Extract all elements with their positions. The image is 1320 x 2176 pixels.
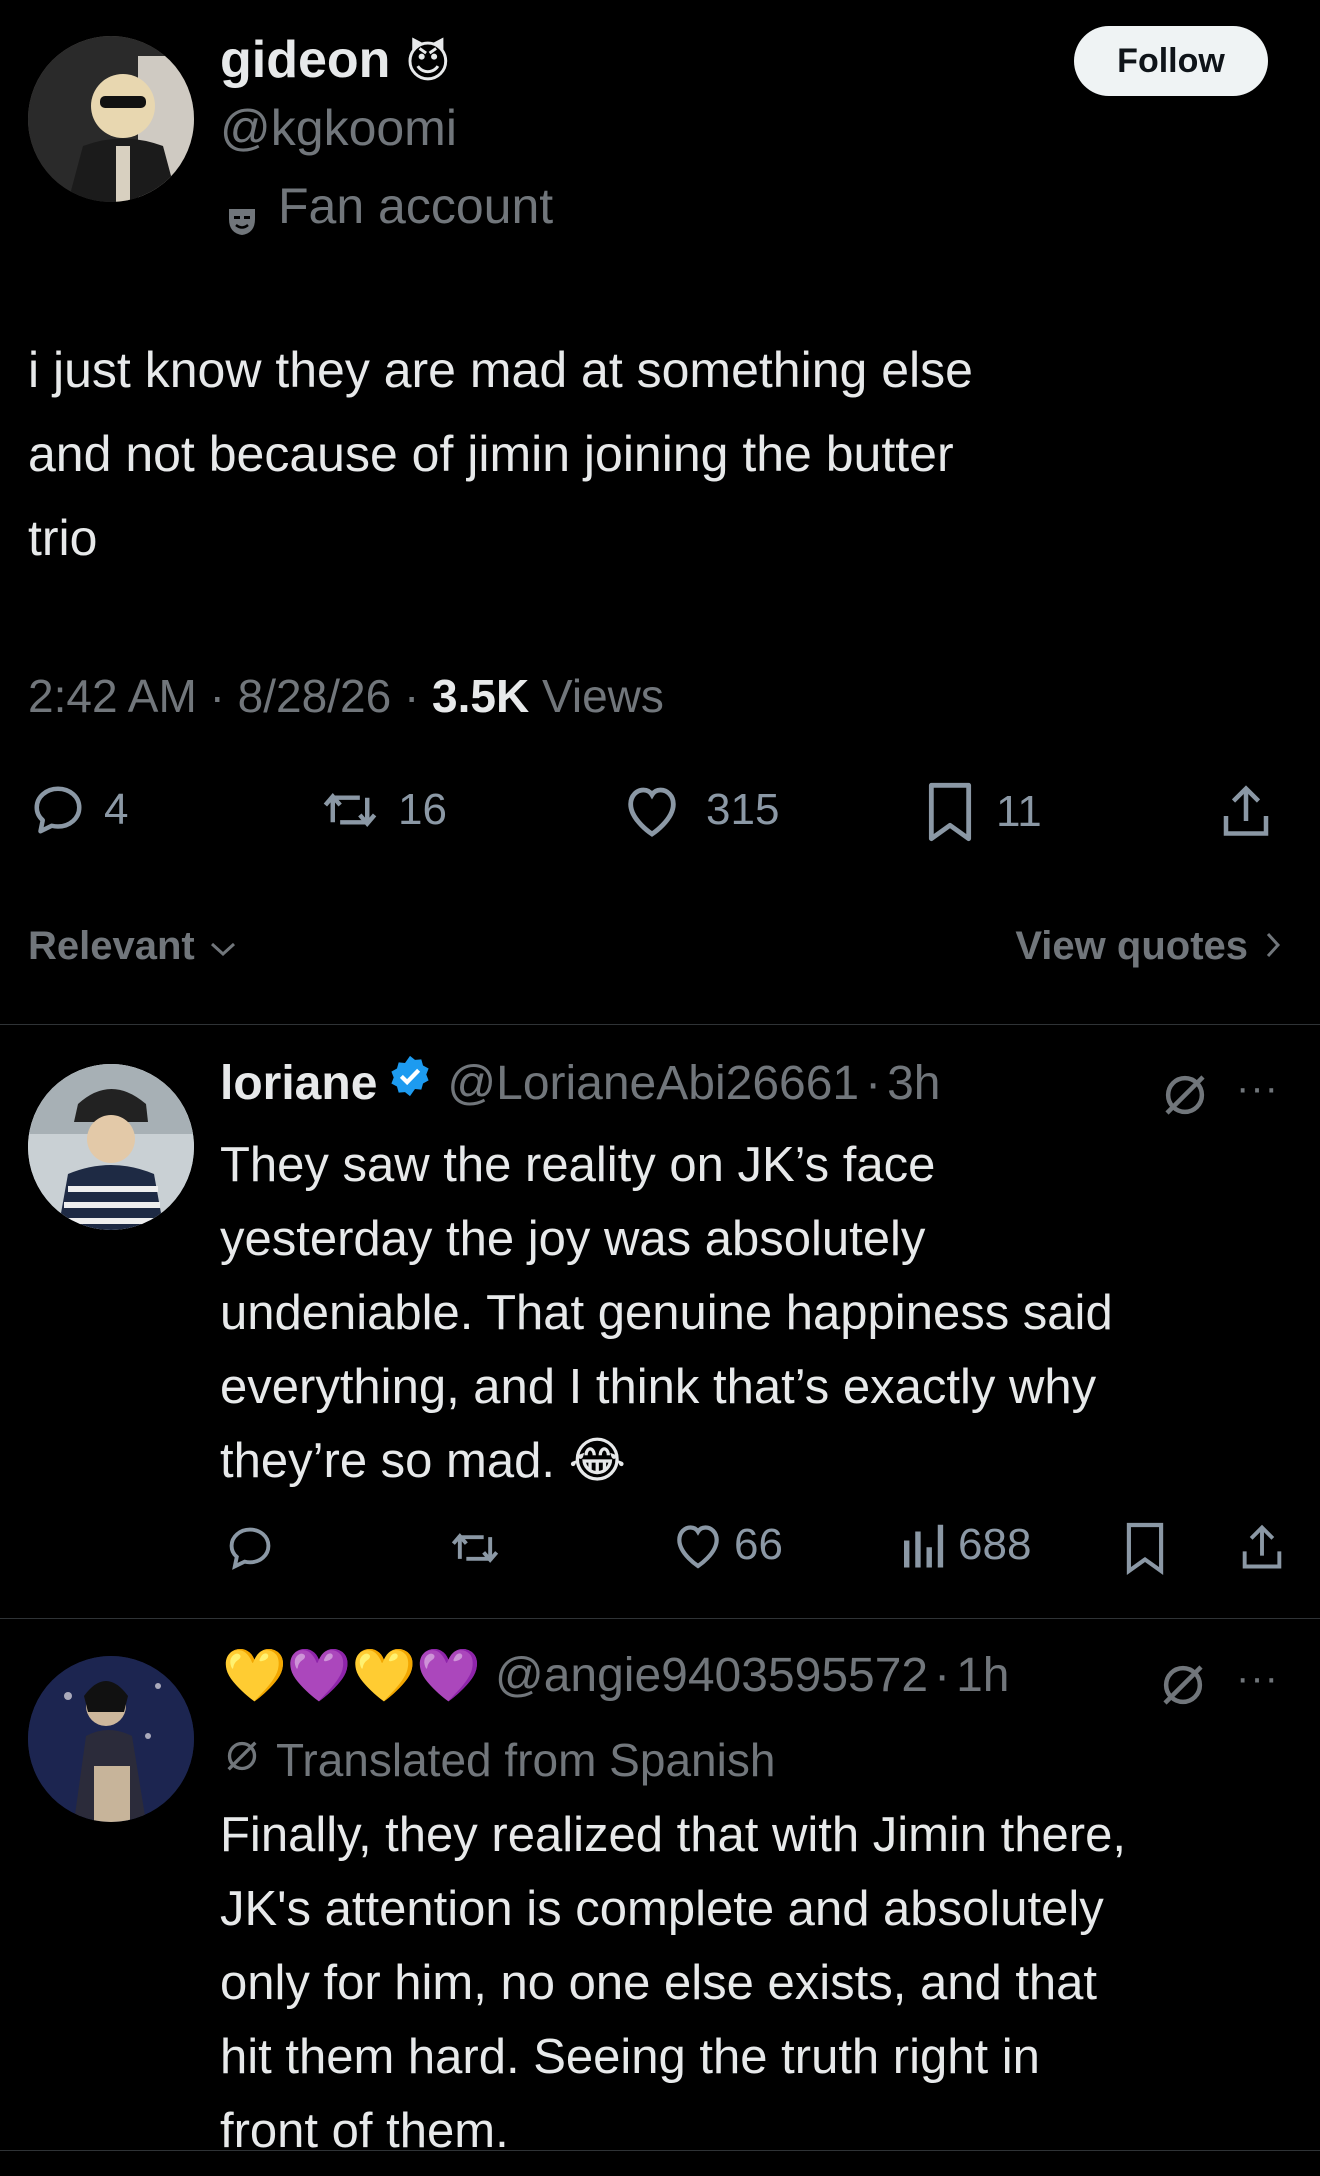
- reply-avatar[interactable]: [28, 1656, 194, 1822]
- author-avatar[interactable]: [28, 36, 194, 202]
- meta-sep: ·: [934, 1649, 951, 1702]
- post-text-line: and not because of jimin joining the but…: [28, 426, 954, 482]
- meta-sep: ·: [865, 1057, 882, 1110]
- repost-action[interactable]: 16: [318, 780, 447, 840]
- more-options-icon[interactable]: ···: [1236, 1656, 1279, 1701]
- chevron-right-icon: [1264, 924, 1282, 969]
- like-action[interactable]: 66: [670, 1518, 783, 1572]
- avatar-photo: [28, 1064, 194, 1230]
- share-icon[interactable]: [1236, 1520, 1288, 1574]
- view-quotes-label: View quotes: [1015, 924, 1248, 968]
- reply-icon: [28, 780, 88, 840]
- grok-icon[interactable]: [1156, 1658, 1210, 1712]
- reply-text-line: front of them.: [220, 2104, 509, 2158]
- views-label: Views: [542, 670, 664, 722]
- author-name[interactable]: gideon 😈: [220, 28, 451, 95]
- bookmark-icon: [922, 780, 978, 844]
- post-date[interactable]: 8/28/26: [238, 670, 391, 722]
- grok-icon[interactable]: [1158, 1068, 1212, 1122]
- author-handle[interactable]: @kgkoomi: [220, 98, 457, 158]
- analytics-icon: [898, 1518, 946, 1572]
- sort-label: Relevant: [28, 924, 195, 968]
- reply-header: loriane @LorianeAbi26661 · 3h: [220, 1052, 940, 1116]
- meta-sep: ·: [209, 670, 225, 722]
- reply-text-line: hit them hard. Seeing the truth right in: [220, 2030, 1040, 2084]
- reply-text-line: they’re so mad. 😂: [220, 1434, 626, 1488]
- reply-header: 💛💜💛💜 @angie9403595572 · 1h: [222, 1644, 1009, 1708]
- views-count: 688: [958, 1520, 1032, 1569]
- like-count: 315: [706, 785, 780, 834]
- devil-emoji-icon: 😈: [404, 38, 451, 87]
- post-time[interactable]: 2:42 AM: [28, 670, 197, 722]
- reply-text-line: undeniable. That genuine happiness said: [220, 1286, 1113, 1340]
- view-quotes-link[interactable]: View quotes: [1015, 924, 1282, 969]
- chevron-down-icon: [209, 924, 237, 969]
- reply-avatar[interactable]: [28, 1064, 194, 1230]
- translated-label[interactable]: Translated from Spanish: [222, 1730, 775, 1790]
- reply-count: 4: [104, 785, 129, 834]
- heart-icon: [620, 780, 684, 840]
- reply-text-line: They saw the reality on JK’s face: [220, 1138, 936, 1192]
- meta-sep: ·: [403, 670, 420, 722]
- more-options-icon[interactable]: ···: [1236, 1066, 1279, 1111]
- bookmark-count: 11: [996, 787, 1042, 836]
- reply-handle[interactable]: @LorianeAbi26661: [447, 1052, 859, 1116]
- reply-text: Finally, they realized that with Jimin t…: [220, 1798, 1310, 2168]
- post-text: i just know they are mad at something el…: [28, 328, 1288, 580]
- translate-icon: [222, 1730, 262, 1790]
- reply-display-name[interactable]: 💛💜💛💜: [222, 1644, 481, 1708]
- reply-text-line: JK's attention is complete and absolutel…: [220, 1882, 1104, 1936]
- reply-display-name[interactable]: loriane: [220, 1052, 377, 1116]
- bookmark-icon[interactable]: [1122, 1520, 1168, 1576]
- views-count: 3.5K: [432, 670, 530, 722]
- translated-label-text: Translated from Spanish: [276, 1734, 776, 1786]
- bookmark-action[interactable]: 11: [922, 780, 1042, 844]
- verified-badge-icon: [387, 1052, 433, 1116]
- divider: [0, 1618, 1320, 1619]
- avatar-photo: [28, 36, 194, 202]
- views-action[interactable]: 688: [898, 1518, 1031, 1572]
- account-label-text: Fan account: [278, 178, 554, 234]
- post-meta: 2:42 AM · 8/28/26 · 3.5K Views: [28, 664, 664, 728]
- reply-time: 3h: [887, 1057, 941, 1110]
- post-text-line: trio: [28, 510, 98, 566]
- divider: [0, 1024, 1320, 1025]
- reply-handle[interactable]: @angie9403595572: [495, 1644, 928, 1708]
- reply-text-line: yesterday the joy was absolutely: [220, 1212, 926, 1266]
- divider: [0, 2150, 1320, 2151]
- share-icon[interactable]: [1216, 780, 1276, 842]
- account-label: Fan account: [226, 176, 553, 236]
- repost-icon: [318, 780, 382, 840]
- repost-icon[interactable]: [446, 1522, 504, 1574]
- heart-icon: [670, 1518, 726, 1572]
- mask-icon: [226, 190, 258, 235]
- sort-dropdown[interactable]: Relevant: [28, 924, 237, 969]
- reply-text: They saw the reality on JK’s face yester…: [220, 1128, 1300, 1498]
- reply-action[interactable]: 4: [28, 780, 128, 840]
- reply-icon[interactable]: [224, 1522, 276, 1574]
- post-text-line: i just know they are mad at something el…: [28, 342, 973, 398]
- like-action[interactable]: 315: [620, 780, 779, 840]
- reply-time: 1h: [956, 1649, 1010, 1702]
- author-display-name: gideon: [220, 31, 391, 89]
- reply-text-line: only for him, no one else exists, and th…: [220, 1956, 1098, 2010]
- reply-text-line: Finally, they realized that with Jimin t…: [220, 1808, 1126, 1862]
- follow-button[interactable]: Follow: [1074, 26, 1268, 96]
- repost-count: 16: [398, 785, 447, 834]
- reply-text-line: everything, and I think that’s exactly w…: [220, 1360, 1097, 1414]
- avatar-photo: [28, 1656, 194, 1822]
- like-count: 66: [734, 1520, 783, 1569]
